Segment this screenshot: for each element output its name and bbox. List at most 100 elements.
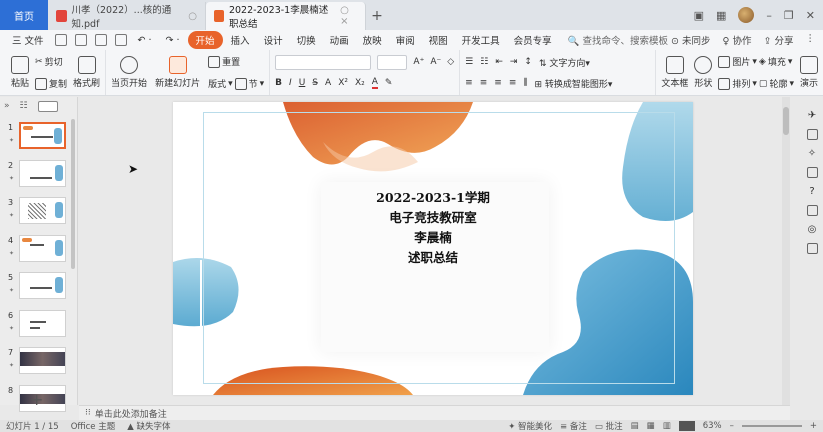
window-close-icon[interactable]: ✕: [806, 9, 815, 22]
clear-format-icon[interactable]: ◇: [447, 57, 454, 67]
image-icon[interactable]: [806, 205, 818, 216]
highlight-icon[interactable]: ✎: [385, 78, 393, 88]
print-icon[interactable]: [94, 34, 107, 46]
rocket-icon[interactable]: ✈: [808, 110, 816, 121]
share-button[interactable]: ⇪ 分享: [764, 33, 794, 47]
columns-icon[interactable]: ⫼: [523, 78, 527, 88]
italic-icon[interactable]: I: [289, 78, 292, 88]
preview-icon[interactable]: [114, 34, 127, 46]
menu-slideshow[interactable]: 放映: [357, 31, 388, 49]
align-center-icon[interactable]: ≡: [480, 78, 488, 88]
slide-thumbnail-7[interactable]: 7 ✦: [0, 344, 76, 382]
animation-icon[interactable]: ✧: [808, 148, 816, 159]
indent-left-icon[interactable]: ⇤: [495, 57, 503, 67]
zoom-in-icon[interactable]: +: [810, 421, 817, 431]
menu-insert[interactable]: 插入: [225, 31, 256, 49]
comments-button[interactable]: ▭ 批注: [595, 420, 623, 432]
bold-icon[interactable]: B: [275, 78, 282, 88]
notes-placeholder[interactable]: 单击此处添加备注: [95, 407, 167, 420]
grid-icon[interactable]: ▦: [716, 9, 726, 22]
redo-icon[interactable]: ↷ ·: [160, 31, 186, 49]
thumbnail-scrollbar[interactable]: [71, 119, 75, 269]
slide-view-toggle[interactable]: [37, 100, 58, 112]
avatar[interactable]: [738, 7, 755, 23]
slide-thumbnail-5[interactable]: 5 ✦: [0, 269, 76, 307]
slide-show-button[interactable]: 演示: [799, 53, 818, 93]
editing-canvas[interactable]: 2022-2023-1学期 电子竞技教研室 李晨楠 述职总结 ➤: [79, 97, 790, 405]
picture-button[interactable]: 图片 ▾ ◈ 填充 ▾: [718, 53, 794, 71]
font-name-select[interactable]: [275, 54, 372, 70]
layout-icon[interactable]: ▣: [694, 9, 704, 22]
number-list-icon[interactable]: ☷: [480, 57, 488, 67]
cut-button[interactable]: ✂ 剪切: [35, 53, 67, 71]
menu-design[interactable]: 设计: [258, 31, 289, 49]
save-icon[interactable]: [54, 34, 67, 46]
zoom-out-icon[interactable]: –: [730, 421, 734, 431]
line-spacing-icon[interactable]: ↕: [524, 57, 532, 67]
missing-font-button[interactable]: ▲ 缺失字体: [127, 420, 170, 432]
play-slideshow-button[interactable]: [678, 421, 695, 431]
menu-developer[interactable]: 开发工具: [456, 31, 506, 49]
menu-start[interactable]: 开始: [187, 31, 223, 49]
location-icon[interactable]: ◎: [808, 224, 817, 235]
slide-title-text[interactable]: 2022-2023-1学期 电子竞技教研室 李晨楠 述职总结: [173, 188, 693, 268]
zoom-level[interactable]: 63%: [703, 421, 722, 431]
minimize-icon[interactable]: –: [766, 9, 772, 22]
superscript-icon[interactable]: X²: [338, 78, 348, 88]
slide-thumbnail-4[interactable]: 4 ✦: [0, 232, 76, 270]
normal-view-icon[interactable]: ▤: [631, 421, 639, 431]
indent-right-icon[interactable]: ⇥: [510, 57, 518, 67]
remarks-button[interactable]: ≡ 备注: [560, 420, 587, 432]
align-left-icon[interactable]: ≡: [465, 78, 473, 88]
play-from-current-button[interactable]: 当页开始: [111, 53, 147, 93]
new-slide-button[interactable]: 新建幻灯片: [155, 53, 200, 93]
underline-icon[interactable]: U: [299, 78, 306, 88]
beautify-button[interactable]: ✦ 智能美化: [508, 420, 552, 432]
paste-button[interactable]: 粘贴: [11, 53, 29, 93]
menu-file[interactable]: 三 文件: [6, 31, 50, 49]
collapse-icon[interactable]: »: [4, 101, 10, 111]
text-box-button[interactable]: 文本框: [661, 53, 688, 93]
undo-icon[interactable]: ↶ ·: [132, 31, 158, 49]
canvas-vertical-scrollbar[interactable]: [782, 97, 790, 405]
template-icon[interactable]: [806, 167, 818, 178]
arrange-button[interactable]: 排列 ▾ ▢ 轮廓 ▾: [718, 75, 794, 93]
shadow-icon[interactable]: A: [325, 78, 331, 88]
copy-button[interactable]: 复制: [35, 75, 67, 93]
tab-active-presentation[interactable]: 2022-2023-1李晨楠述职总结 ○ ×: [206, 2, 366, 30]
zoom-slider[interactable]: [741, 425, 802, 427]
slide-thumbnail-1[interactable]: 1 ✦: [0, 119, 76, 157]
tab-pdf-document[interactable]: 川孝（2022）...核的通知.pdf ○: [48, 2, 206, 30]
decrease-font-icon[interactable]: A⁻: [430, 57, 441, 67]
slide-thumbnail-6[interactable]: 6 ✦: [0, 307, 76, 345]
close-icon[interactable]: ○ ×: [340, 5, 357, 27]
align-right-icon[interactable]: ≡: [494, 78, 502, 88]
reset-button[interactable]: 重置: [208, 53, 264, 71]
tab-home[interactable]: 首页: [0, 0, 48, 30]
help-icon[interactable]: ?: [809, 186, 814, 197]
more-icon[interactable]: ⋮: [806, 33, 816, 47]
menu-review[interactable]: 审阅: [390, 31, 421, 49]
slide-thumbnail-2[interactable]: 2 ✦: [0, 157, 76, 195]
properties-icon[interactable]: [806, 129, 818, 140]
add-slide-button[interactable]: +: [30, 390, 43, 409]
current-slide[interactable]: 2022-2023-1学期 电子竞技教研室 李晨楠 述职总结: [173, 102, 693, 395]
command-search[interactable]: 🔍 查找命令、搜索模板: [568, 33, 668, 47]
justify-icon[interactable]: ≡: [509, 78, 517, 88]
layout-button[interactable]: 版式 ▾ 节 ▾: [208, 75, 264, 93]
menu-member[interactable]: 会员专享: [508, 31, 558, 49]
new-tab-button[interactable]: +: [366, 2, 388, 30]
font-size-select[interactable]: [377, 54, 408, 70]
subscript-icon[interactable]: X₂: [355, 78, 365, 88]
restore-icon[interactable]: ❐: [784, 9, 794, 22]
panel-icon[interactable]: [806, 243, 818, 254]
convert-smartart-button[interactable]: ⊞ 转换成智能图形▾: [535, 77, 613, 90]
menu-view[interactable]: 视图: [423, 31, 454, 49]
menu-animation[interactable]: 动画: [324, 31, 355, 49]
notes-bar[interactable]: ⁝⁝ 单击此处添加备注: [79, 405, 790, 420]
collab-button[interactable]: ♀ 协作: [723, 33, 752, 47]
shape-button[interactable]: 形状: [694, 53, 712, 93]
sorter-view-icon[interactable]: ▦: [647, 421, 655, 431]
strikethrough-icon[interactable]: S̶: [312, 78, 318, 88]
increase-font-icon[interactable]: A⁺: [413, 57, 424, 67]
